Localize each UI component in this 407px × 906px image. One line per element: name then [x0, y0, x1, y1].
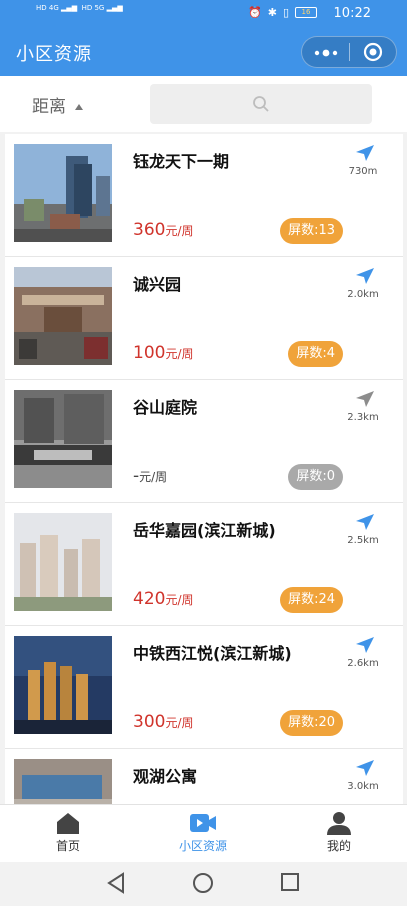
distance: 2.6km — [347, 658, 379, 669]
close-miniprogram-button[interactable] — [350, 42, 396, 62]
navigate-arrow-icon[interactable] — [355, 144, 375, 162]
community-name: 谷山庭院 — [133, 398, 198, 417]
community-photo — [14, 759, 112, 804]
tab-label: 小区资源 — [178, 839, 227, 853]
tab-mine[interactable]: 我的 — [289, 811, 389, 854]
price: 420元/周 — [133, 589, 194, 609]
price: 300元/周 — [133, 712, 194, 732]
recents-icon[interactable] — [280, 872, 300, 892]
more-dots-icon — [314, 49, 337, 56]
community-photo — [14, 390, 112, 488]
list-item[interactable]: 观湖公寓 3.0km — [5, 749, 403, 804]
tab-resources[interactable]: 小区资源 — [153, 811, 253, 854]
price: 100元/周 — [133, 343, 194, 363]
community-list[interactable]: 钰龙天下一期 730m 360元/周 屏数:13 诚兴园 2.0km 100元/… — [5, 134, 403, 804]
bottom-tabbar: 首页 小区资源 我的 — [0, 804, 407, 862]
community-name: 观湖公寓 — [133, 767, 198, 786]
miniprogram-capsule — [301, 36, 397, 68]
home-circle-icon[interactable] — [192, 872, 214, 894]
status-bar: HD 4G ▂▄▆ HD 5G ▂▄▆ ⏰ ✱ ▯ 16 10:22 — [0, 0, 407, 30]
network-indicator: HD 4G ▂▄▆ HD 5G ▂▄▆ — [36, 4, 123, 12]
community-name: 诚兴园 — [133, 275, 182, 294]
list-item[interactable]: 诚兴园 2.0km 100元/周 屏数:4 — [5, 257, 403, 380]
price: -元/周 — [133, 466, 168, 486]
navigate-arrow-icon[interactable] — [355, 267, 375, 285]
search-icon — [253, 96, 269, 112]
navigate-arrow-icon[interactable] — [355, 759, 375, 777]
video-icon — [190, 814, 216, 832]
user-icon — [327, 812, 351, 835]
screen-count-badge: 屏数:0 — [288, 464, 343, 490]
list-item[interactable]: 中铁西江悦(滨江新城) 2.6km 300元/周 屏数:20 — [5, 626, 403, 749]
page-title: 小区资源 — [16, 44, 92, 65]
distance: 2.0km — [347, 289, 379, 300]
battery-icon: 16 — [295, 7, 317, 18]
more-menu-button[interactable] — [302, 43, 349, 62]
navigate-arrow-icon[interactable] — [355, 513, 375, 531]
system-icons: ⏰ ✱ ▯ 16 — [248, 6, 317, 19]
community-photo — [14, 513, 112, 611]
system-navigation-bar — [0, 862, 407, 906]
distance: 2.3km — [347, 412, 379, 423]
app-header: 小区资源 — [0, 30, 407, 76]
tab-home[interactable]: 首页 — [18, 811, 118, 854]
navigate-arrow-icon[interactable] — [355, 390, 375, 408]
distance: 730m — [348, 166, 378, 177]
triangle-up-icon — [75, 104, 84, 110]
screen-count-badge: 屏数:20 — [280, 710, 343, 736]
screen-count-badge: 屏数:13 — [280, 218, 343, 244]
community-name: 岳华嘉园(滨江新城) — [133, 521, 276, 540]
price: 360元/周 — [133, 220, 194, 240]
back-icon[interactable] — [106, 872, 126, 894]
screen-count-badge: 屏数:24 — [280, 587, 343, 613]
vibrate-icon: ▯ — [282, 6, 289, 19]
list-item[interactable]: 钰龙天下一期 730m 360元/周 屏数:13 — [5, 134, 403, 257]
list-item[interactable]: 岳华嘉园(滨江新城) 2.5km 420元/周 屏数:24 — [5, 503, 403, 626]
sort-label: 距离 — [32, 97, 66, 117]
distance: 3.0km — [347, 781, 379, 792]
filter-bar: 距离 — [0, 76, 407, 132]
target-icon — [363, 42, 383, 62]
tab-label: 我的 — [326, 839, 351, 853]
clock: 10:22 — [333, 6, 371, 21]
alarm-icon: ⏰ — [248, 6, 262, 19]
screen-count-badge: 屏数:4 — [288, 341, 343, 367]
community-name: 中铁西江悦(滨江新城) — [133, 644, 292, 663]
list-item[interactable]: 谷山庭院 2.3km -元/周 屏数:0 — [5, 380, 403, 503]
community-photo — [14, 267, 112, 365]
community-name: 钰龙天下一期 — [133, 152, 230, 171]
tab-label: 首页 — [55, 839, 80, 853]
bluetooth-icon: ✱ — [267, 6, 277, 19]
search-input[interactable] — [150, 84, 372, 124]
community-photo — [14, 636, 112, 734]
sort-distance-button[interactable]: 距离 — [32, 92, 84, 117]
distance: 2.5km — [347, 535, 379, 546]
navigate-arrow-icon[interactable] — [355, 636, 375, 654]
home-icon — [57, 813, 79, 834]
community-photo — [14, 144, 112, 242]
